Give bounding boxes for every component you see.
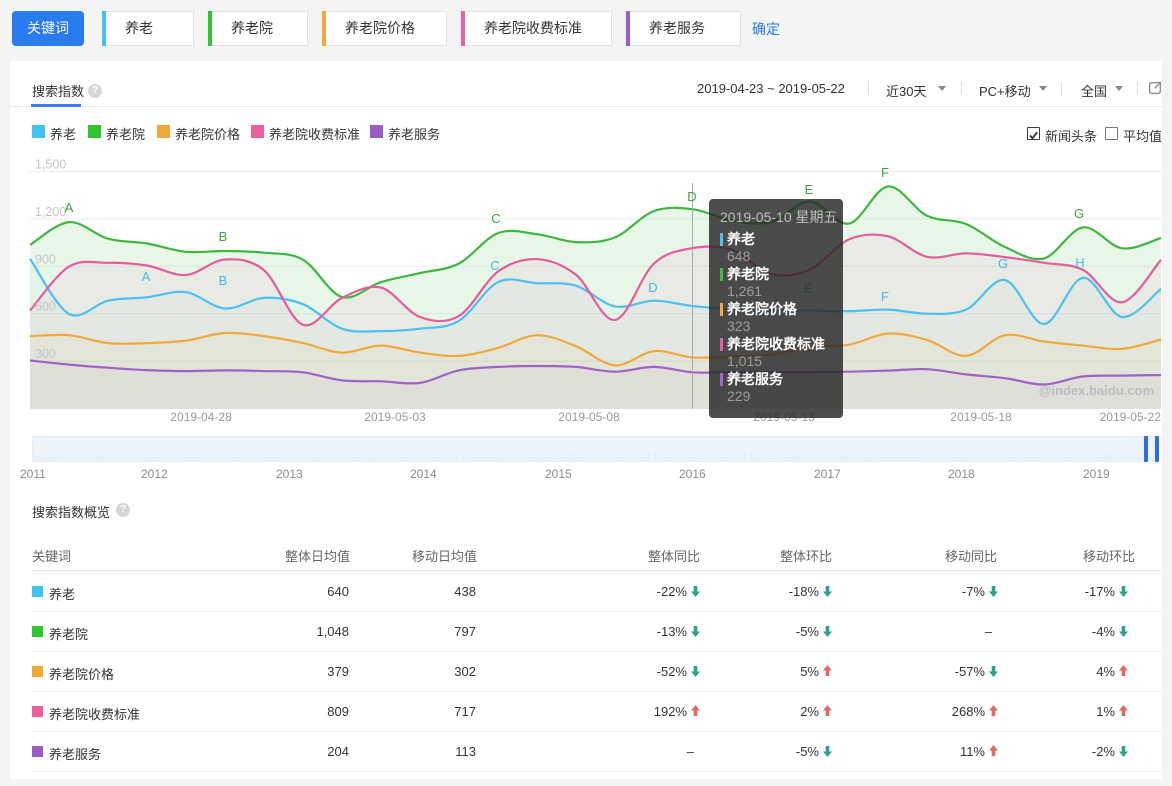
svg-text:600: 600 bbox=[35, 300, 56, 314]
svg-text:F: F bbox=[881, 165, 889, 180]
svg-text:E: E bbox=[805, 182, 814, 197]
svg-text:1,500: 1,500 bbox=[35, 158, 66, 172]
svg-text:900: 900 bbox=[35, 252, 56, 266]
svg-text:F: F bbox=[881, 289, 889, 304]
svg-text:B: B bbox=[219, 273, 228, 288]
svg-text:2019-05-03: 2019-05-03 bbox=[364, 410, 426, 424]
svg-text:B: B bbox=[219, 229, 228, 244]
svg-text:2019-04-28: 2019-04-28 bbox=[170, 410, 232, 424]
svg-text:A: A bbox=[142, 269, 151, 284]
svg-text:A: A bbox=[65, 200, 74, 215]
svg-text:G: G bbox=[998, 256, 1008, 271]
svg-text:300: 300 bbox=[35, 347, 56, 361]
svg-text:2019-05-22: 2019-05-22 bbox=[1100, 410, 1162, 424]
svg-text:2019-05-18: 2019-05-18 bbox=[950, 410, 1012, 424]
svg-text:D: D bbox=[687, 189, 696, 204]
svg-text:C: C bbox=[491, 211, 500, 226]
svg-text:C: C bbox=[490, 258, 499, 273]
svg-text:G: G bbox=[1074, 206, 1084, 221]
svg-text:2019-05-08: 2019-05-08 bbox=[558, 410, 620, 424]
svg-text:H: H bbox=[1075, 255, 1084, 270]
svg-text:@index.baidu.com: @index.baidu.com bbox=[1039, 383, 1154, 398]
svg-text:D: D bbox=[648, 280, 657, 295]
svg-text:1,200: 1,200 bbox=[35, 205, 66, 219]
